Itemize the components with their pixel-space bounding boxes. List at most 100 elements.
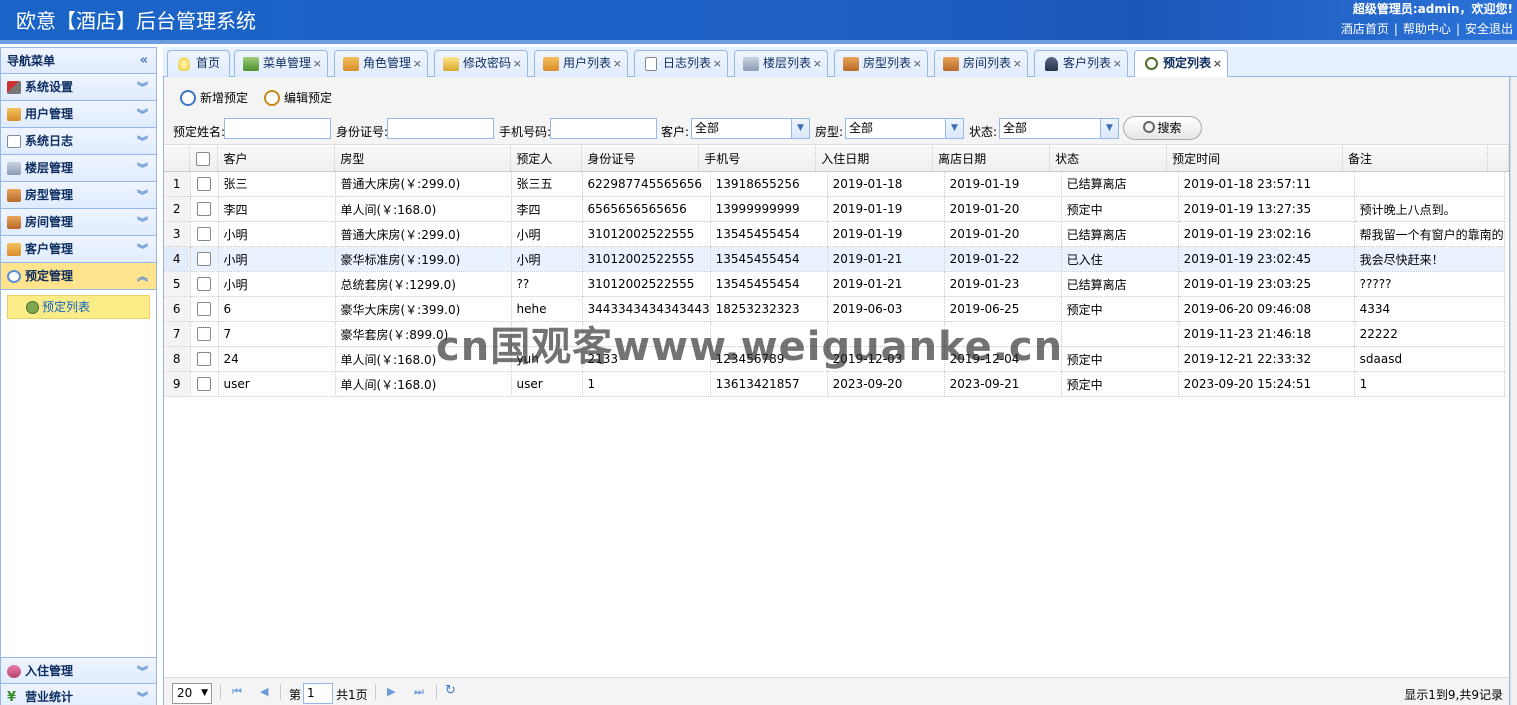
sidebar-subitem-booking-list[interactable]: 预定列表 <box>7 295 150 319</box>
pager-divider <box>436 684 437 700</box>
refresh-icon[interactable]: ↻ <box>445 683 456 698</box>
hotel-home-link[interactable]: 酒店首页 <box>1341 22 1389 36</box>
table-row[interactable]: 3 小明 普通大床房(￥:299.0) 小明 31012002522555 1354545… <box>164 221 1505 247</box>
row-checkbox[interactable] <box>196 177 211 191</box>
table-row[interactable]: 5 小明 总统套房(￥:1299.0)?? 31012002522555 1354545… <box>164 271 1505 297</box>
column-header-phone[interactable]: 手机号 <box>698 146 817 172</box>
first-page-icon[interactable]: ⏮ <box>232 685 242 699</box>
sidebar-item-system-log[interactable]: 系统日志 ︾ <box>1 128 156 155</box>
tab-user-list[interactable]: 用户列表 × <box>534 50 628 77</box>
close-icon[interactable]: × <box>1213 51 1222 76</box>
select-all-checkbox[interactable] <box>196 151 211 166</box>
column-header-booker[interactable]: 预定人 <box>510 146 583 172</box>
cell-booker: 小明 <box>511 221 583 247</box>
row-checkbox[interactable] <box>196 227 211 242</box>
tab-log-list[interactable]: 日志列表 × <box>634 50 728 77</box>
tab-change-password[interactable]: 修改密码 × <box>434 50 528 77</box>
column-header-room-type[interactable]: 房型 <box>334 146 512 172</box>
tab-role-management[interactable]: 角色管理 × <box>334 50 428 77</box>
sidebar-item-room-type-management[interactable]: 房型管理 ︾ <box>1 182 156 209</box>
row-checkbox[interactable] <box>196 352 211 367</box>
tab-menu-management[interactable]: 菜单管理 × <box>234 50 328 77</box>
close-icon[interactable]: × <box>613 51 622 76</box>
add-booking-button[interactable]: 新增预定 <box>180 89 248 107</box>
tab-floor-list[interactable]: 楼层列表 × <box>734 50 828 77</box>
chevron-down-icon: ︾ <box>137 216 148 229</box>
close-icon[interactable]: × <box>1113 51 1122 76</box>
prev-page-icon[interactable]: ◀ <box>260 685 268 698</box>
sidebar: 导航菜单 « 系统设置 ︾ 用户管理 ︾ 系统日志 ︾ 楼层管理 ︾ 房型管理 … <box>0 47 157 705</box>
sidebar-item-booking-management[interactable]: 预定管理 ︽ <box>1 263 156 290</box>
table-row[interactable]: 2 李四 单人间(￥:168.0) 李四 6565656565656 1399999999… <box>164 196 1505 222</box>
phone-label: 手机号码: <box>499 125 552 139</box>
cell-checkin-date: 2019-01-19 <box>827 196 945 222</box>
cell-checkout-date: 2019-01-19 <box>944 171 1062 197</box>
sidebar-item-floor-management[interactable]: 楼层管理 ︾ <box>1 155 156 182</box>
sidebar-item-label: 楼层管理 <box>25 161 74 175</box>
column-header-remark[interactable]: 备注 <box>1342 146 1488 172</box>
close-icon[interactable]: × <box>513 51 522 76</box>
row-checkbox[interactable] <box>196 202 211 217</box>
tab-home[interactable]: 首页 <box>167 50 230 77</box>
column-header-checkout-date[interactable]: 离店日期 <box>932 146 1051 172</box>
close-icon[interactable]: × <box>1013 51 1022 76</box>
collapse-sidebar-icon[interactable]: « <box>140 48 148 74</box>
close-icon[interactable]: × <box>713 51 722 76</box>
table-row[interactable]: 1 张三 普通大床房(￥:299.0) 张三五 622987745565656 13918… <box>164 171 1505 197</box>
sidebar-item-business-stats[interactable]: ¥ 营业统计 ︾ <box>1 684 156 705</box>
tab-customer-list[interactable]: 客户列表 × <box>1034 50 1128 77</box>
cell-id-number: 31012002522555 <box>582 221 711 247</box>
phone-input[interactable] <box>550 118 657 139</box>
table-row[interactable]: 9 user 单人间(￥:168.0) user 1 13613421857 2023-09… <box>164 371 1505 397</box>
column-header-checkin-date[interactable]: 入住日期 <box>815 146 934 172</box>
tab-room-list[interactable]: 房间列表 × <box>934 50 1028 77</box>
logout-link[interactable]: 安全退出 <box>1465 22 1513 36</box>
cell-phone: 13918655256 <box>710 171 828 197</box>
row-checkbox[interactable] <box>196 327 211 342</box>
page-size-select[interactable]: 20 ▼ <box>172 683 212 704</box>
sidebar-item-checkin-management[interactable]: 入住管理 ︾ <box>1 657 156 684</box>
column-header-booking-time[interactable]: 预定时间 <box>1166 146 1343 172</box>
booking-name-input[interactable] <box>224 118 331 139</box>
row-checkbox[interactable] <box>196 302 211 317</box>
row-checkbox[interactable] <box>196 277 211 292</box>
id-number-input[interactable] <box>387 118 494 139</box>
edit-booking-button[interactable]: 编辑预定 <box>264 89 332 107</box>
row-checkbox[interactable] <box>196 377 211 392</box>
status-select[interactable]: 全部 ▼ <box>999 118 1119 139</box>
search-button[interactable]: 搜索 <box>1123 116 1202 140</box>
cell-customer: 张三 <box>218 171 336 197</box>
table-row[interactable]: 4 小明 豪华标准房(￥:199.0) 小明 31012002522555 1354545… <box>164 246 1505 272</box>
close-icon[interactable]: × <box>313 51 322 76</box>
row-checkbox[interactable] <box>196 252 211 267</box>
close-icon[interactable]: × <box>913 51 922 76</box>
clock-icon <box>26 301 39 314</box>
chevron-down-icon: ︾ <box>137 243 148 256</box>
row-checkbox-cell <box>190 196 219 222</box>
close-icon[interactable]: × <box>413 51 422 76</box>
page-number-input[interactable]: 1 <box>303 683 333 704</box>
last-page-icon[interactable]: ⏭ <box>414 685 424 699</box>
cell-id-number: 622987745565656 <box>582 171 711 197</box>
column-header-customer[interactable]: 客户 <box>217 146 336 172</box>
cell-status: 已结算离店 <box>1061 271 1179 297</box>
next-page-icon[interactable]: ▶ <box>387 685 395 698</box>
sidebar-item-customer-management[interactable]: 客户管理 ︾ <box>1 236 156 263</box>
users-icon <box>343 57 359 71</box>
vertical-scrollbar[interactable] <box>1510 77 1517 705</box>
column-header-id-number[interactable]: 身份证号 <box>581 146 700 172</box>
customer-select-value: 全部 <box>695 121 720 135</box>
sidebar-item-room-management[interactable]: 房间管理 ︾ <box>1 209 156 236</box>
room-type-select[interactable]: 全部 ▼ <box>845 118 964 139</box>
row-number: 6 <box>164 296 191 322</box>
tab-room-type-list[interactable]: 房型列表 × <box>834 50 928 77</box>
sidebar-item-user-management[interactable]: 用户管理 ︾ <box>1 101 156 128</box>
sidebar-item-system-settings[interactable]: 系统设置 ︾ <box>1 74 156 101</box>
cell-checkout-date: 2023-09-21 <box>944 371 1062 397</box>
house-icon <box>7 189 21 202</box>
customer-select[interactable]: 全部 ▼ <box>691 118 810 139</box>
help-center-link[interactable]: 帮助中心 <box>1403 22 1451 36</box>
close-icon[interactable]: × <box>813 51 822 76</box>
column-header-status[interactable]: 状态 <box>1049 146 1168 172</box>
tab-booking-list[interactable]: 预定列表 × <box>1134 50 1228 78</box>
